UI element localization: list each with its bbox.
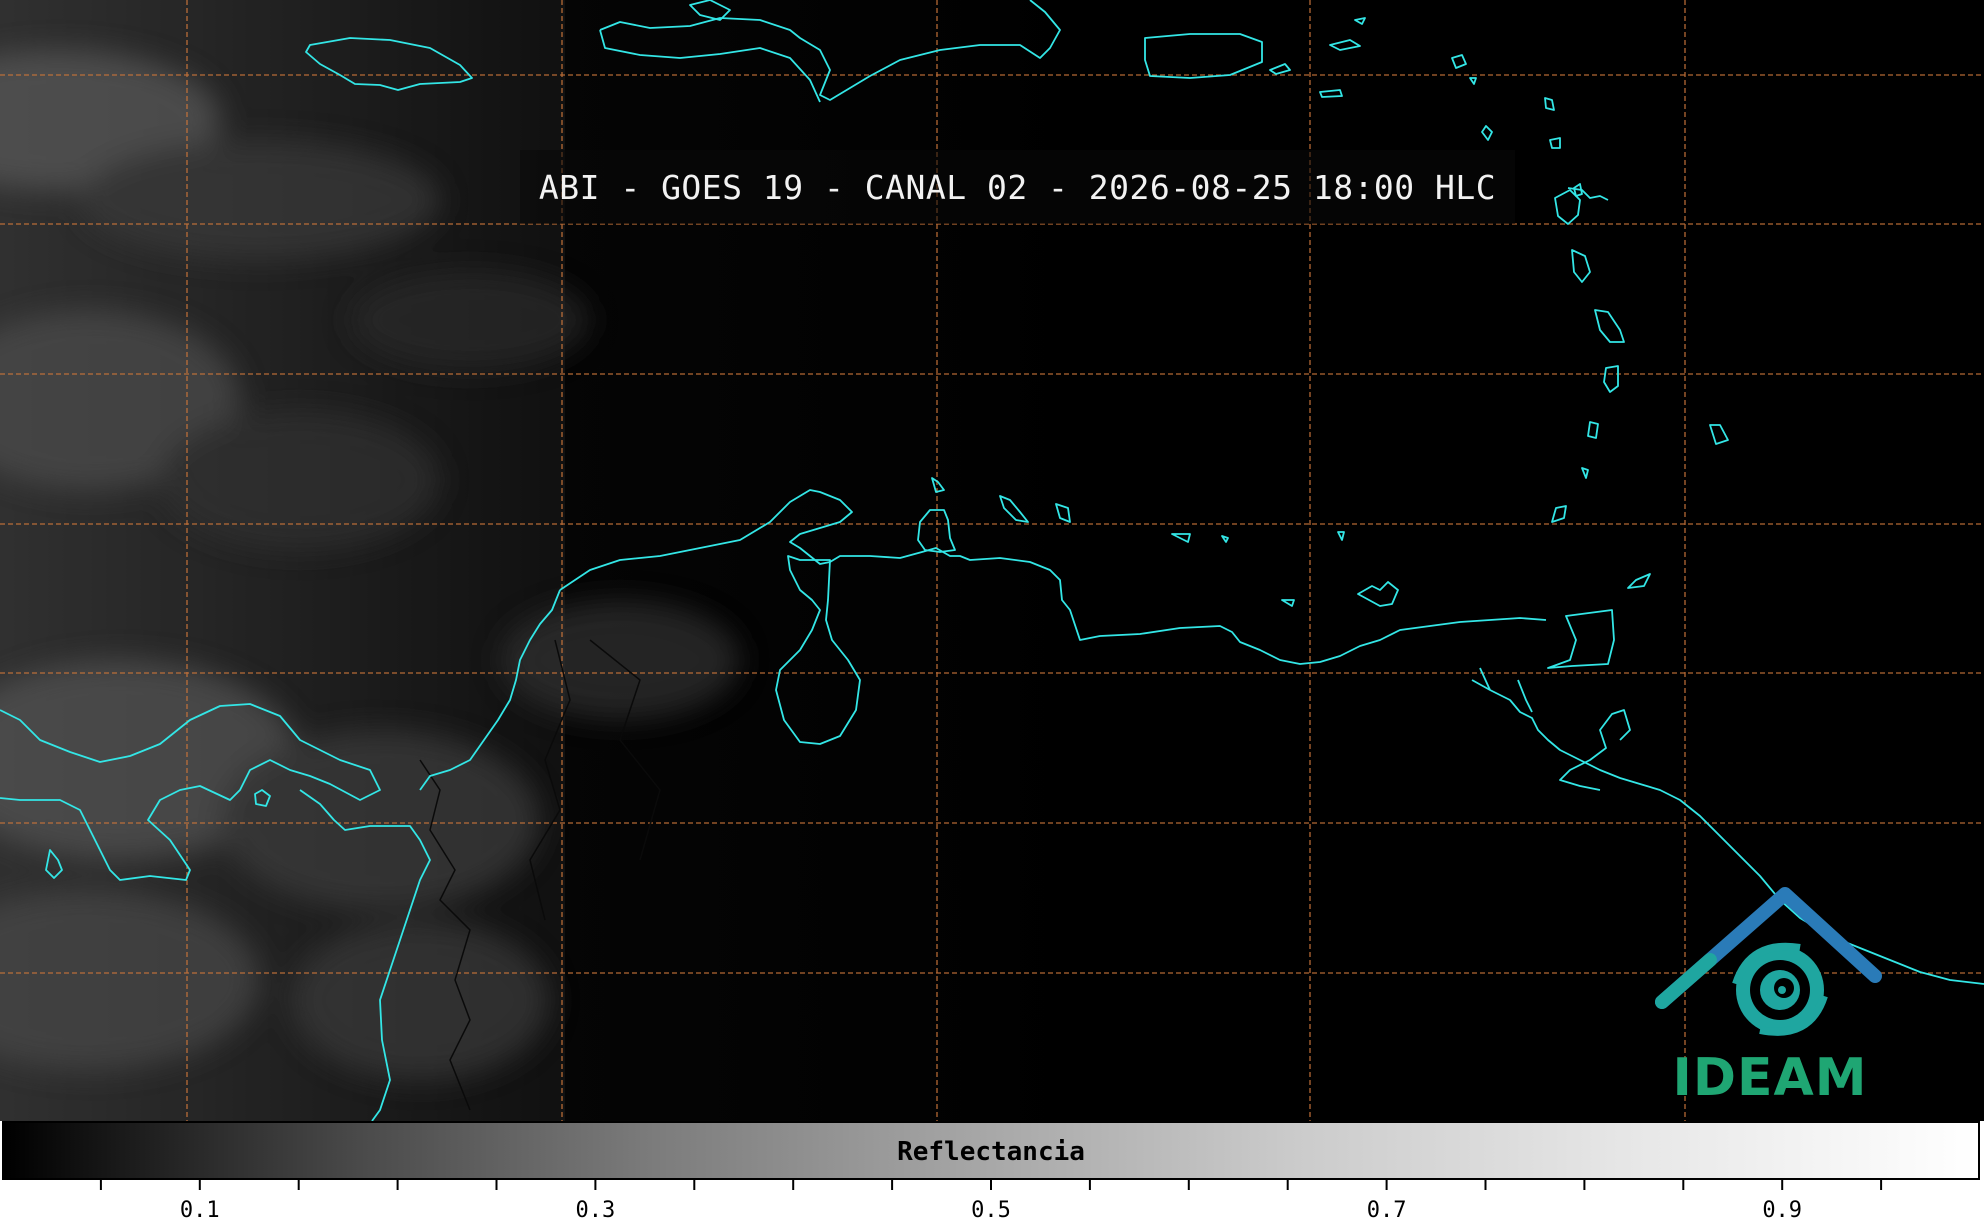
colorbar-label: Reflectancia	[897, 1137, 1085, 1167]
colorbar-tick-label: 0.3	[575, 1198, 616, 1223]
colorbar-ticks: 0.1 0.3 0.5 0.7 0.9	[0, 1180, 1984, 1223]
colorbar-tick-label: 0.7	[1366, 1198, 1407, 1223]
ideam-logo: IDEAM	[1650, 880, 1890, 1110]
ideam-logo-text: IDEAM	[1672, 1048, 1868, 1108]
colorbar-tick-label: 0.9	[1762, 1198, 1803, 1223]
puerto-rico-coast	[1144, 33, 1263, 79]
title-box: ABI - GOES 19 - CANAL 02 - 2026-08-25 18…	[520, 150, 1515, 224]
colorbar: Reflectancia	[2, 1121, 1980, 1180]
colorbar-tick-label: 0.1	[179, 1198, 220, 1223]
colorbar-tick-label: 0.5	[971, 1198, 1011, 1223]
colorbar-tick-marks	[99, 1180, 1883, 1190]
map-title: ABI - GOES 19 - CANAL 02 - 2026-08-25 18…	[538, 167, 1497, 207]
satellite-map: ABI - GOES 19 - CANAL 02 - 2026-08-25 18…	[0, 0, 1984, 1121]
ideam-swirl-icon	[1655, 887, 1882, 1036]
